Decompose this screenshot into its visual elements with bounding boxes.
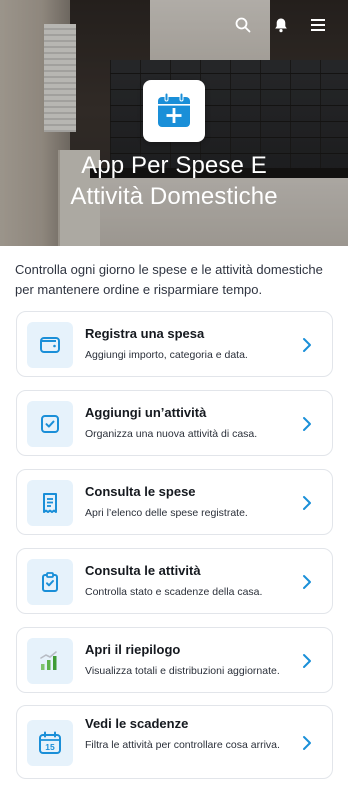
card-description: Controlla stato e scadenze della casa. <box>85 586 263 598</box>
calendar-icon-number: 15 <box>45 742 55 752</box>
card-view-deadlines[interactable]: 15 Vedi le scadenze Filtra le attività p… <box>16 705 333 779</box>
wallet-icon <box>27 322 73 368</box>
card-description: Visualizza totali e distribuzioni aggior… <box>85 665 280 677</box>
card-title: Consulta le spese <box>85 484 196 499</box>
card-view-activities[interactable]: Consulta le attività Controlla stato e s… <box>16 548 333 614</box>
hero-banner: App Per Spese E Attività Domestiche <box>0 0 348 246</box>
card-title: Vedi le scadenze <box>85 716 189 731</box>
clipboard-check-icon <box>27 559 73 605</box>
receipt-icon <box>27 480 73 526</box>
card-title: Apri il riepilogo <box>85 642 181 657</box>
card-description: Aggiungi importo, categoria e data. <box>85 349 248 361</box>
calendar-plus-icon <box>158 92 190 127</box>
page-title-line-2: Attività Domestiche <box>70 183 278 210</box>
card-view-expenses[interactable]: Consulta le spese Apri l’elenco delle sp… <box>16 469 333 535</box>
intro-text: Controlla ogni giorno le spese e le atti… <box>15 262 323 297</box>
chevron-right-icon <box>303 654 311 668</box>
card-title: Aggiungi un’attività <box>85 405 207 420</box>
card-title: Consulta le attività <box>85 563 201 578</box>
chevron-right-icon <box>303 338 311 352</box>
bar-chart-icon <box>27 638 73 684</box>
search-icon[interactable] <box>232 14 254 36</box>
bell-icon[interactable] <box>270 14 292 36</box>
checkbox-icon <box>27 401 73 447</box>
card-description: Apri l’elenco delle spese registrate. <box>85 507 248 519</box>
card-description: Organizza una nuova attività di casa. <box>85 428 258 440</box>
app-logo <box>143 80 205 142</box>
card-description: Filtra le attività per controllare cosa … <box>85 739 280 751</box>
page-title: App Per Spese E Attività Domestiche <box>0 150 348 212</box>
card-add-activity[interactable]: Aggiungi un’attività Organizza una nuova… <box>16 390 333 456</box>
chevron-right-icon <box>303 736 311 750</box>
calendar-15-icon: 15 <box>27 720 73 766</box>
chevron-right-icon <box>303 417 311 431</box>
card-open-summary[interactable]: Apri il riepilogo Visualizza totali e di… <box>16 627 333 693</box>
card-title: Registra una spesa <box>85 326 205 341</box>
chevron-right-icon <box>303 496 311 510</box>
page-title-line-1: App Per Spese E <box>81 152 267 179</box>
card-register-expense[interactable]: Registra una spesa Aggiungi importo, cat… <box>16 311 333 377</box>
hamburger-menu-icon[interactable] <box>307 14 329 36</box>
chevron-right-icon <box>303 575 311 589</box>
